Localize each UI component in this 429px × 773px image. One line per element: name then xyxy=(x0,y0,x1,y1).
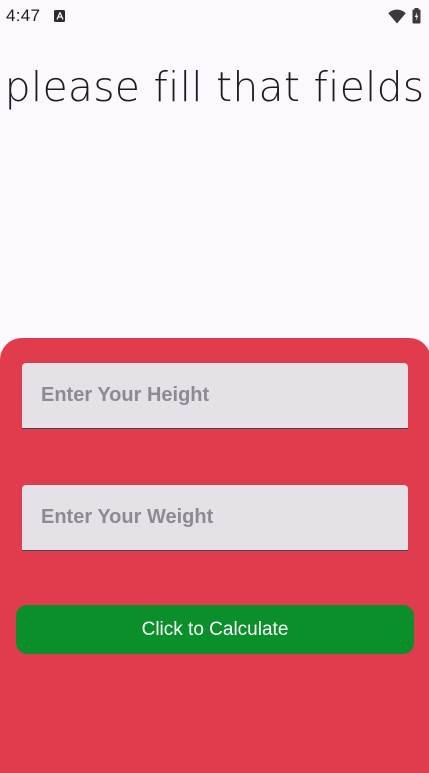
height-field[interactable] xyxy=(22,363,408,429)
weight-input[interactable] xyxy=(41,485,408,550)
wifi-icon xyxy=(388,9,406,24)
notification-a-icon xyxy=(54,10,66,22)
weight-field[interactable] xyxy=(22,485,408,551)
status-right xyxy=(388,8,421,24)
page-title: please fill that fields xyxy=(4,63,425,111)
form-panel: Click to Calculate xyxy=(0,338,429,773)
calculate-button[interactable]: Click to Calculate xyxy=(16,605,414,654)
battery-icon xyxy=(412,8,421,24)
status-time: 4:47 xyxy=(6,6,41,25)
status-bar: 4:47 xyxy=(0,0,429,32)
status-left: 4:47 xyxy=(6,6,66,26)
bmi-screen: 4:47 please fill that fields Click to Ca… xyxy=(0,0,429,773)
height-input[interactable] xyxy=(41,363,408,428)
